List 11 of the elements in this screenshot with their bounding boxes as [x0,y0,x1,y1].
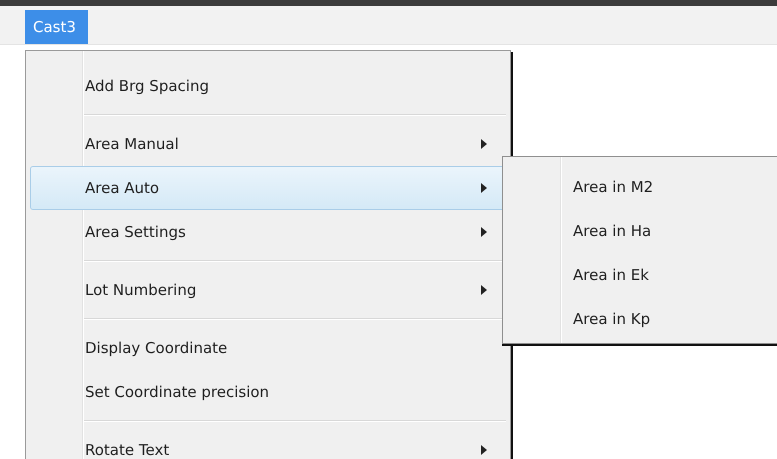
menu-item[interactable]: Set Coordinate precision [30,370,506,414]
submenu-item[interactable]: Area in Ha [503,209,777,253]
menu-item[interactable]: Add Brg Spacing [30,64,506,108]
submenu-item[interactable]: Area in Ek [503,253,777,297]
menu-item[interactable]: Lot Numbering [30,268,506,312]
menu-item[interactable]: Rotate Text [30,428,506,459]
submenu-item[interactable]: Area in Kp [503,297,777,341]
menu-item[interactable]: Display Coordinate [30,326,506,370]
submenu-item[interactable]: Area in M2 [503,165,777,209]
menu-item[interactable]: Area Settings [30,210,506,254]
menu-item[interactable]: Area Manual [30,122,506,166]
